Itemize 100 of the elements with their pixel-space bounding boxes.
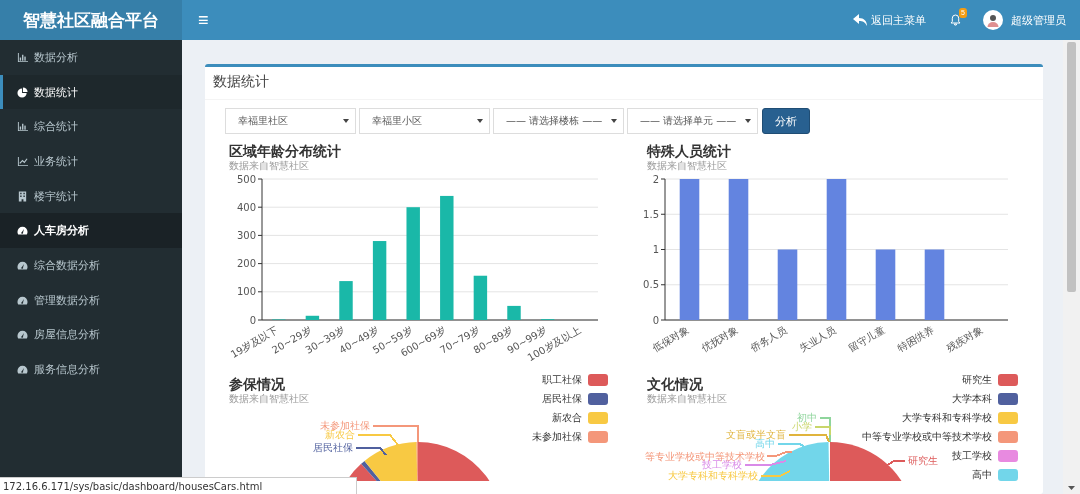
bar	[507, 305, 521, 320]
legend-label: 中等专业学校或中等技术学校	[862, 430, 992, 443]
axis-tick-label: 0	[652, 314, 659, 326]
dropdown[interactable]: 幸福里社区	[225, 108, 356, 134]
menu-toggle[interactable]: ≡	[192, 9, 215, 31]
axis-tick-label: 300	[236, 229, 256, 241]
user-menu[interactable]: 超级管理员	[983, 10, 1066, 30]
chart-subtitle: 数据来自智慧社区	[647, 160, 727, 172]
category-label: 失业人员	[797, 324, 838, 354]
status-bar: 172.16.6.171/sys/basic/dashboard/housesCars.html	[0, 477, 357, 494]
category-label: 低保对象	[650, 324, 691, 354]
dropdown[interactable]: 幸福里小区	[359, 108, 490, 134]
sidebar-item[interactable]: 楼宇统计	[0, 178, 182, 214]
legend-swatch[interactable]	[588, 411, 608, 424]
pie-label: 新农合	[325, 429, 355, 440]
scrollbar-thumb[interactable]	[1067, 42, 1076, 292]
legend-label: 技工学校	[952, 449, 992, 462]
bar-chart-icon	[17, 121, 28, 133]
category-label: 侨务人员	[748, 324, 789, 354]
legend-swatch[interactable]	[588, 430, 608, 443]
sidebar-item[interactable]: 人车房分析	[0, 213, 182, 249]
dropdown[interactable]: —— 请选择单元 ——	[627, 108, 758, 134]
axis-tick-label: 200	[236, 258, 256, 270]
pie-label: 居民社保	[313, 442, 353, 453]
legend-label: 高中	[972, 468, 992, 481]
scroll-down-icon[interactable]	[1068, 486, 1075, 490]
chart-title: 特殊人员统计	[647, 142, 731, 160]
legend-swatch[interactable]	[588, 392, 608, 405]
legend-swatch[interactable]	[998, 411, 1018, 424]
sidebar-item[interactable]: 综合统计	[0, 109, 182, 145]
building-icon	[17, 190, 28, 202]
pie-label: 高中	[755, 438, 775, 449]
bell-icon	[950, 14, 961, 26]
sidebar-item[interactable]: 业务统计	[0, 144, 182, 179]
line-chart-icon	[17, 155, 28, 167]
legend-label: 职工社保	[542, 373, 582, 386]
sidebar-item[interactable]: 数据统计	[0, 74, 182, 110]
dashboard-icon	[17, 364, 28, 376]
legend-swatch[interactable]	[998, 392, 1018, 405]
legend-label: 新农合	[552, 411, 582, 424]
legend-label: 大学专科和专科学校	[902, 411, 992, 424]
caret-icon	[343, 119, 349, 123]
chart-title: 区域年龄分布统计	[229, 142, 341, 160]
category-label: 留守儿童	[846, 324, 887, 354]
axis-tick-label: 0.5	[643, 279, 659, 291]
chart-title: 文化情况	[647, 375, 703, 393]
legend-swatch[interactable]	[588, 373, 608, 386]
pie-chart-icon	[17, 86, 28, 98]
category-label: 残疾对象	[944, 324, 985, 354]
bar-chart-icon	[17, 51, 28, 63]
axis-tick-label: 100	[236, 286, 256, 298]
bar	[875, 249, 896, 320]
pie-label: 初中	[797, 412, 817, 423]
chart-subtitle: 数据来自智慧社区	[647, 393, 727, 405]
bar	[305, 315, 320, 320]
axis-tick-label: 2	[652, 173, 659, 185]
dropdown[interactable]: —— 请选择楼栋 ——	[493, 108, 624, 134]
card-title: 数据统计	[205, 67, 1043, 100]
axis-tick-label: 500	[236, 173, 256, 185]
pie-label: 等专业学校或中等技术学校	[645, 451, 765, 462]
bar	[777, 249, 798, 320]
pie-label: 未参加社保	[320, 420, 370, 431]
pie-label: 小学	[792, 421, 812, 432]
caret-icon	[611, 119, 617, 123]
dashboard-icon	[17, 259, 28, 271]
back-link[interactable]: 返回主菜单	[853, 12, 926, 28]
reply-arrow-icon	[853, 14, 867, 26]
axis-tick-label: 400	[236, 201, 256, 213]
axis-tick-label: 1	[652, 244, 659, 255]
sidebar-item[interactable]: 综合数据分析	[0, 248, 182, 283]
chart-title: 参保情况	[229, 375, 285, 393]
analyze-button[interactable]: 分析	[762, 108, 810, 134]
bar	[339, 281, 353, 320]
caret-icon	[745, 119, 751, 123]
legend-swatch[interactable]	[998, 449, 1018, 462]
pie-label: 技工学校	[702, 459, 742, 470]
app-title: 智慧社区融合平台	[0, 0, 182, 40]
pie-label: 文盲或半文盲	[726, 429, 786, 440]
sidebar-item[interactable]: 数据分析	[0, 40, 182, 75]
legend-label: 居民社保	[542, 392, 582, 405]
dashboard-icon	[17, 329, 28, 341]
sidebar-item[interactable]: 服务信息分析	[0, 352, 182, 387]
sidebar-item[interactable]: 管理数据分析	[0, 282, 182, 318]
pie-label: 研究生	[908, 455, 938, 466]
caret-icon	[477, 119, 483, 123]
dashboard-icon	[17, 294, 28, 306]
legend-swatch[interactable]	[998, 430, 1018, 443]
scrollbar[interactable]	[1063, 40, 1080, 494]
sidebar-item[interactable]: 房屋信息分析	[0, 317, 182, 353]
dashboard-icon	[17, 225, 28, 237]
legend-label: 研究生	[962, 373, 992, 386]
chart-subtitle: 数据来自智慧社区	[229, 393, 309, 405]
legend-swatch[interactable]	[998, 468, 1018, 481]
legend-swatch[interactable]	[998, 373, 1018, 386]
axis-tick-label: 1.5	[643, 208, 659, 220]
category-label: 特困供养	[895, 324, 936, 354]
avatar-icon	[983, 10, 1003, 30]
axis-tick-label: 0	[249, 314, 256, 326]
category-label: 优抚对象	[699, 324, 740, 354]
pie-label: 大学专科和专科学校	[668, 470, 758, 481]
